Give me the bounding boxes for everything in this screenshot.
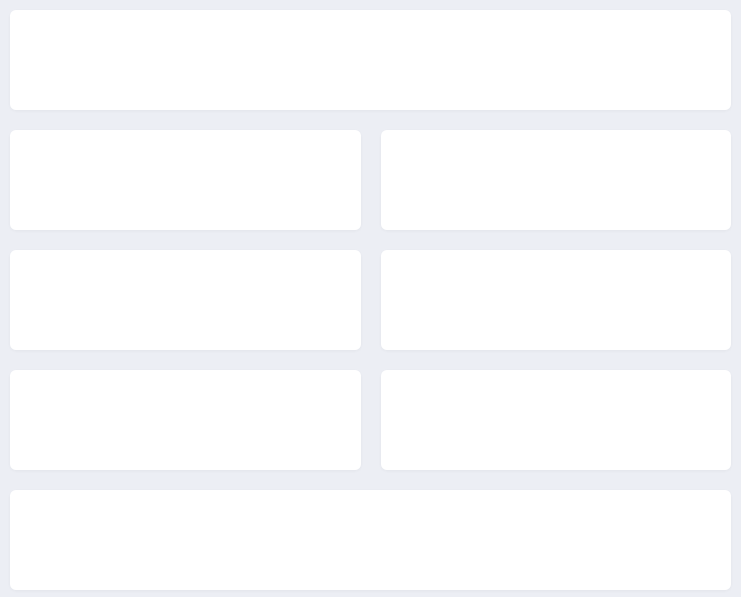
skeleton-container [10,10,731,590]
skeleton-card-right [381,370,732,470]
skeleton-card-full [10,10,731,110]
skeleton-card-left [10,130,361,230]
skeleton-card-right [381,130,732,230]
skeleton-row [10,130,731,230]
skeleton-card-right [381,250,732,350]
skeleton-card-full [10,490,731,590]
skeleton-card-left [10,370,361,470]
skeleton-card-left [10,250,361,350]
skeleton-row [10,370,731,470]
skeleton-row [10,250,731,350]
